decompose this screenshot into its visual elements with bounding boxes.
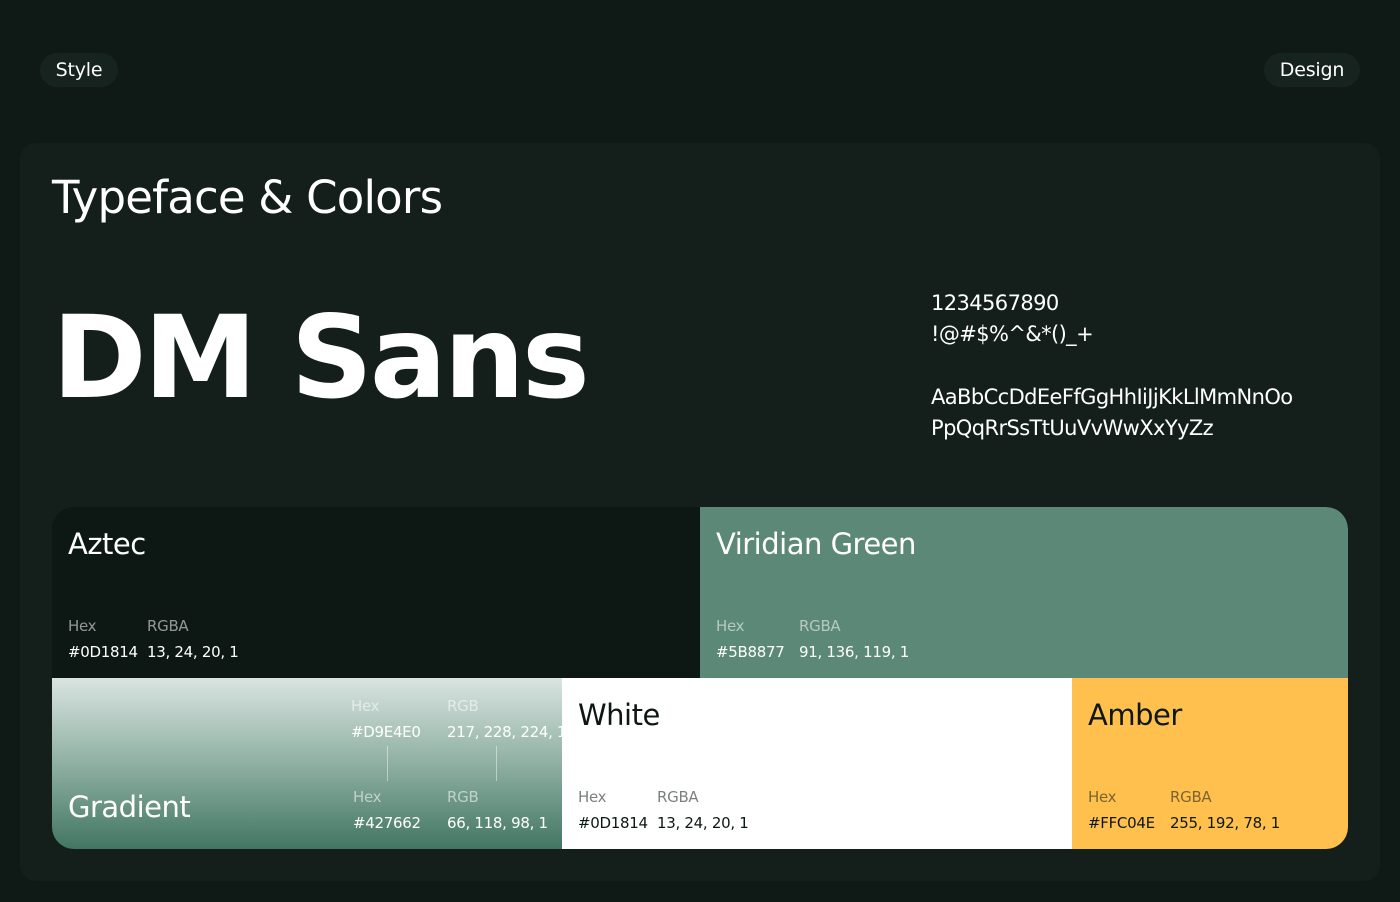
hex-info: Hex #5B8877 bbox=[716, 617, 785, 661]
swatch-name: Aztec bbox=[68, 527, 146, 561]
swatch-aztec: Aztec Hex #0D1814 RGBA 13, 24, 20, 1 bbox=[52, 507, 700, 678]
type-specimen: 1234567890 !@#$%^&*()_+ AaBbCcDdEeFfGgHh… bbox=[931, 288, 1293, 444]
typeface-colors-card: Typeface & Colors DM Sans 1234567890 !@#… bbox=[20, 143, 1380, 881]
gradient-top-hex: Hex #D9E4E0 bbox=[351, 697, 421, 741]
rgb-label: RGB bbox=[447, 788, 479, 806]
rgba-info: RGBA 13, 24, 20, 1 bbox=[147, 617, 239, 661]
hex-value: #427662 bbox=[353, 814, 421, 832]
connector-line bbox=[387, 746, 388, 781]
rgb-value: 217, 228, 224, 1 bbox=[447, 723, 567, 741]
hex-value: #FFC04E bbox=[1088, 814, 1155, 832]
rgba-label: RGBA bbox=[657, 788, 699, 806]
hex-value: #5B8877 bbox=[716, 643, 785, 661]
hex-info: Hex #FFC04E bbox=[1088, 788, 1155, 832]
hex-label: Hex bbox=[1088, 788, 1117, 806]
hex-label: Hex bbox=[578, 788, 607, 806]
hex-value: #0D1814 bbox=[68, 643, 138, 661]
rgba-info: RGBA 13, 24, 20, 1 bbox=[657, 788, 749, 832]
rgba-value: 91, 136, 119, 1 bbox=[799, 643, 909, 661]
hex-value: #0D1814 bbox=[578, 814, 648, 832]
rgb-value: 66, 118, 98, 1 bbox=[447, 814, 548, 832]
hex-label: Hex bbox=[351, 697, 380, 715]
swatch-name: Amber bbox=[1088, 698, 1182, 732]
specimen-symbols: !@#$%^&*()_+ bbox=[931, 322, 1094, 346]
swatch-gradient: Gradient Hex #D9E4E0 RGB 217, 228, 224, … bbox=[52, 678, 567, 849]
font-name: DM Sans bbox=[52, 291, 590, 424]
rgba-label: RGBA bbox=[147, 617, 189, 635]
hex-value: #D9E4E0 bbox=[351, 723, 421, 741]
page: Style Design Typeface & Colors DM Sans 1… bbox=[0, 0, 1400, 902]
rgba-value: 13, 24, 20, 1 bbox=[657, 814, 749, 832]
rgba-label: RGBA bbox=[1170, 788, 1212, 806]
swatch-amber: Amber Hex #FFC04E RGBA 255, 192, 78, 1 bbox=[1072, 678, 1348, 849]
hex-info: Hex #0D1814 bbox=[68, 617, 138, 661]
rgba-info: RGBA 91, 136, 119, 1 bbox=[799, 617, 909, 661]
specimen-digits: 1234567890 bbox=[931, 291, 1059, 315]
swatch-name: White bbox=[578, 698, 660, 732]
swatch-name: Viridian Green bbox=[716, 527, 916, 561]
rgba-label: RGBA bbox=[799, 617, 841, 635]
rgba-value: 255, 192, 78, 1 bbox=[1170, 814, 1280, 832]
gradient-bottom-rgb: RGB 66, 118, 98, 1 bbox=[447, 788, 548, 832]
hex-label: Hex bbox=[353, 788, 382, 806]
design-tag[interactable]: Design bbox=[1264, 53, 1360, 87]
swatch-viridian-green: Viridian Green Hex #5B8877 RGBA 91, 136,… bbox=[700, 507, 1348, 678]
rgba-info: RGBA 255, 192, 78, 1 bbox=[1170, 788, 1280, 832]
rgba-value: 13, 24, 20, 1 bbox=[147, 643, 239, 661]
hex-info: Hex #0D1814 bbox=[578, 788, 648, 832]
connector-line bbox=[496, 746, 497, 781]
rgb-label: RGB bbox=[447, 697, 479, 715]
hex-label: Hex bbox=[716, 617, 745, 635]
color-palette: Aztec Hex #0D1814 RGBA 13, 24, 20, 1 Vir… bbox=[52, 507, 1348, 849]
card-title: Typeface & Colors bbox=[52, 171, 443, 224]
gradient-top-rgb: RGB 217, 228, 224, 1 bbox=[447, 697, 567, 741]
swatch-white: White Hex #0D1814 RGBA 13, 24, 20, 1 bbox=[562, 678, 1072, 849]
gradient-bottom-hex: Hex #427662 bbox=[353, 788, 421, 832]
specimen-alphabet-line-1: AaBbCcDdEeFfGgHhIiJjKkLlMmNnOo bbox=[931, 385, 1293, 409]
specimen-alphabet-line-2: PpQqRrSsTtUuVvWwXxYyZz bbox=[931, 416, 1214, 440]
swatch-name: Gradient bbox=[68, 790, 191, 824]
hex-label: Hex bbox=[68, 617, 97, 635]
style-tag[interactable]: Style bbox=[40, 53, 118, 87]
